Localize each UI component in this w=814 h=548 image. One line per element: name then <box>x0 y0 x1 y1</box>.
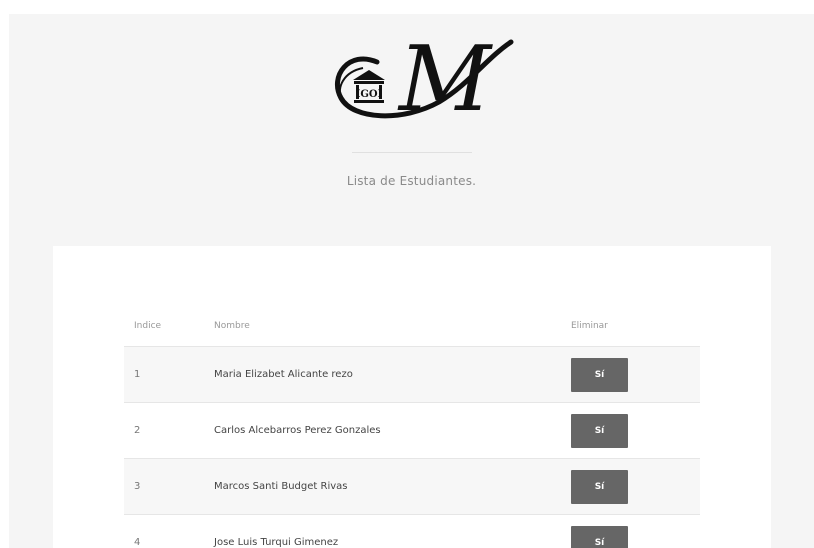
table-row: 3 Marcos Santi Budget Rivas Sí <box>124 458 700 515</box>
row-name: Carlos Alcebarros Perez Gonzales <box>204 402 561 459</box>
page-background: IGOI M Lista de Estudiantes. Indice Nomb… <box>9 14 814 548</box>
row-action-cell: Sí <box>561 458 700 515</box>
column-header-eliminar: Eliminar <box>571 321 608 331</box>
row-action-cell: Sí <box>561 402 700 459</box>
logo-monogram: M <box>397 28 493 132</box>
delete-button[interactable]: Sí <box>571 357 628 392</box>
column-header-nombre: Nombre <box>214 321 250 331</box>
delete-button[interactable]: Sí <box>571 413 628 448</box>
row-index: 4 <box>124 514 204 548</box>
delete-button[interactable]: Sí <box>571 525 628 548</box>
delete-button[interactable]: Sí <box>571 469 628 504</box>
row-index: 2 <box>124 402 204 459</box>
table-header-row: Indice Nombre Eliminar <box>124 306 700 347</box>
header-divider <box>352 152 472 153</box>
row-action-cell: Sí <box>561 514 700 548</box>
page-subtitle: Lista de Estudiantes. <box>346 174 477 188</box>
row-action-cell: Sí <box>561 346 700 403</box>
building-columns-icon: IGOI <box>353 70 385 103</box>
table-row: 2 Carlos Alcebarros Perez Gonzales Sí <box>124 402 700 459</box>
logo: IGOI M <box>334 28 514 132</box>
logo-emblem-text: IGOI <box>356 89 383 100</box>
students-table: Indice Nombre Eliminar 1 Maria Elizabet … <box>124 306 700 548</box>
column-header-indice: Indice <box>134 321 162 331</box>
students-card: Indice Nombre Eliminar 1 Maria Elizabet … <box>53 246 771 548</box>
table-row: 4 Jose Luis Turqui Gimenez Sí <box>124 514 700 548</box>
table-row: 1 Maria Elizabet Alicante rezo Sí <box>124 346 700 403</box>
row-name: Jose Luis Turqui Gimenez <box>204 514 561 548</box>
row-index: 1 <box>124 346 204 403</box>
row-name: Marcos Santi Budget Rivas <box>204 458 561 515</box>
row-index: 3 <box>124 458 204 515</box>
row-name: Maria Elizabet Alicante rezo <box>204 346 561 403</box>
